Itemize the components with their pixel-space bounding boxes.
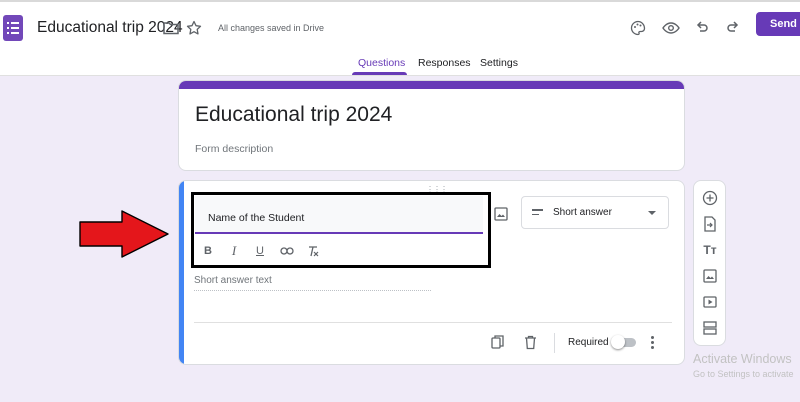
- italic-icon[interactable]: I: [225, 242, 243, 260]
- more-options-icon[interactable]: [649, 335, 657, 351]
- side-toolbar: Tт: [693, 180, 726, 346]
- question-type-dropdown[interactable]: Short answer: [521, 196, 669, 229]
- add-section-icon[interactable]: [701, 319, 719, 337]
- forms-logo-icon[interactable]: [3, 15, 23, 41]
- question-type-label: Short answer: [553, 207, 612, 218]
- bold-icon[interactable]: B: [199, 242, 217, 260]
- form-title[interactable]: Educational trip 2024: [195, 103, 392, 127]
- activate-windows-watermark: Activate Windows: [693, 352, 792, 366]
- question-title-highlight-box: Name of the Student B I U: [191, 192, 491, 268]
- red-arrow-annotation: [79, 210, 169, 258]
- form-title-card: Educational trip 2024 Form description: [178, 80, 685, 171]
- link-icon[interactable]: [278, 242, 296, 260]
- redo-icon[interactable]: [721, 16, 745, 40]
- form-description-field[interactable]: Form description: [195, 143, 273, 155]
- palette-icon[interactable]: [626, 16, 650, 40]
- star-icon[interactable]: [182, 16, 206, 40]
- delete-icon[interactable]: [522, 334, 538, 350]
- required-toggle-knob: [611, 335, 625, 349]
- title-card-accent-bar: [179, 81, 684, 89]
- question-card[interactable]: ⋮⋮⋮ Name of the Student B I U Short answ…: [178, 180, 685, 365]
- chevron-down-icon: [648, 211, 656, 215]
- footer-separator: [554, 333, 555, 353]
- required-toggle[interactable]: [611, 335, 636, 349]
- tab-settings[interactable]: Settings: [480, 57, 518, 69]
- top-bar: Educational trip 2024 All changes saved …: [0, 0, 800, 76]
- answer-underline: [194, 290, 431, 291]
- question-title-field[interactable]: Name of the Student: [195, 196, 483, 234]
- import-questions-icon[interactable]: [701, 215, 719, 233]
- save-status: All changes saved in Drive: [218, 23, 325, 33]
- preview-eye-icon[interactable]: [659, 16, 683, 40]
- folder-icon[interactable]: [159, 16, 183, 40]
- tab-responses[interactable]: Responses: [418, 57, 471, 69]
- required-label: Required: [568, 337, 609, 348]
- duplicate-icon[interactable]: [490, 334, 506, 350]
- tab-questions[interactable]: Questions: [358, 57, 405, 69]
- question-focus-bar: [179, 181, 184, 364]
- add-title-description-icon[interactable]: Tт: [701, 241, 719, 259]
- card-footer-divider: [194, 322, 672, 323]
- send-button[interactable]: Send: [756, 12, 800, 36]
- active-tab-indicator: [352, 72, 407, 75]
- undo-icon[interactable]: [690, 16, 714, 40]
- add-question-icon[interactable]: [701, 189, 719, 207]
- activate-windows-subtext: Go to Settings to activate: [693, 369, 794, 379]
- question-title[interactable]: Name of the Student: [208, 212, 304, 224]
- short-answer-placeholder: Short answer text: [194, 275, 272, 286]
- add-image-icon[interactable]: [701, 267, 719, 285]
- underline-icon[interactable]: U: [251, 242, 269, 260]
- add-image-icon[interactable]: [492, 205, 510, 223]
- clear-formatting-icon[interactable]: [304, 242, 322, 260]
- short-answer-icon: [532, 209, 543, 218]
- add-video-icon[interactable]: [701, 293, 719, 311]
